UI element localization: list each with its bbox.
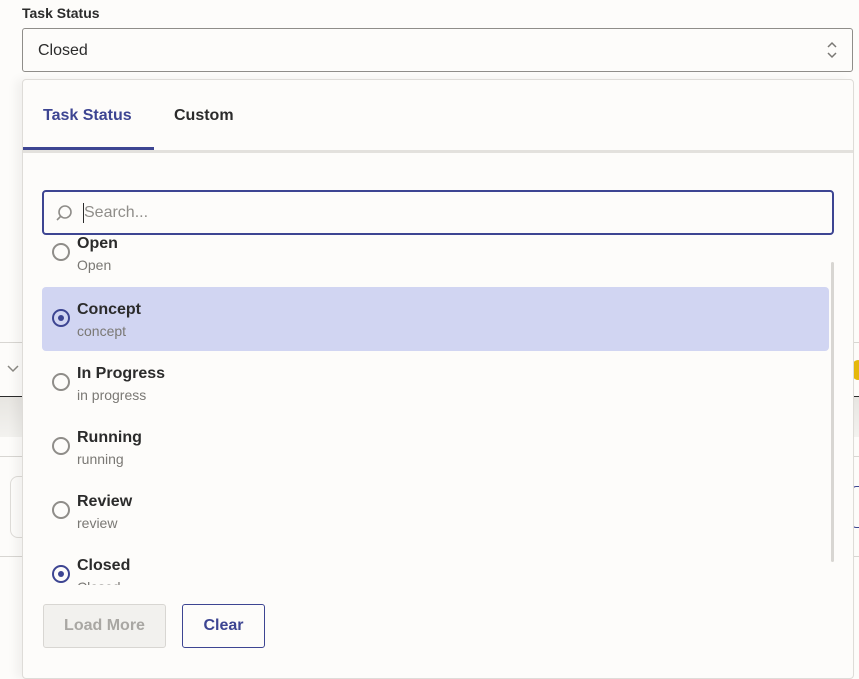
- option-subtitle: review: [77, 515, 118, 531]
- option-subtitle: running: [77, 451, 124, 467]
- clear-button[interactable]: Clear: [182, 604, 265, 648]
- status-picker-popover: Task Status Custom Open Open Concept con…: [22, 79, 854, 679]
- option-title: Open: [77, 235, 118, 252]
- list-item-concept[interactable]: Concept concept: [42, 287, 829, 351]
- radio-icon[interactable]: [52, 501, 70, 519]
- list-item-open[interactable]: Open Open: [42, 235, 829, 285]
- select-value: Closed: [38, 42, 88, 59]
- background-chevron-down-icon: [6, 362, 20, 376]
- list-item-in-progress[interactable]: In Progress in progress: [42, 351, 829, 415]
- search-field[interactable]: [42, 190, 834, 235]
- field-label: Task Status: [22, 5, 100, 21]
- option-title: Review: [77, 493, 133, 510]
- option-title: Concept: [77, 301, 141, 318]
- tab-bar: Task Status Custom: [23, 80, 853, 153]
- list-item-review[interactable]: Review review: [42, 479, 829, 543]
- active-tab-indicator: [23, 147, 154, 150]
- option-title: Closed: [77, 557, 131, 574]
- option-title: In Progress: [77, 365, 166, 382]
- option-subtitle: in progress: [77, 387, 147, 403]
- load-more-button[interactable]: Load More: [43, 604, 166, 648]
- option-title: Running: [77, 429, 142, 446]
- list-item-running[interactable]: Running running: [42, 415, 829, 479]
- tab-task-status[interactable]: Task Status: [43, 107, 132, 125]
- list-scrollbar[interactable]: [831, 262, 834, 562]
- radio-icon[interactable]: [52, 243, 70, 261]
- option-subtitle: Closed: [77, 579, 121, 585]
- tab-custom[interactable]: Custom: [174, 107, 234, 125]
- text-caret: [83, 203, 84, 223]
- option-subtitle: Open: [77, 257, 112, 273]
- radio-icon[interactable]: [52, 437, 70, 455]
- status-options-list[interactable]: Open Open Concept concept In Progress in…: [42, 235, 832, 585]
- radio-checked-icon[interactable]: [52, 565, 70, 583]
- search-icon: [54, 203, 74, 223]
- list-item-closed[interactable]: Closed Closed: [42, 543, 829, 585]
- search-input[interactable]: [82, 200, 826, 226]
- radio-icon[interactable]: [52, 373, 70, 391]
- radio-checked-icon[interactable]: [52, 309, 70, 327]
- option-subtitle: concept: [77, 323, 127, 339]
- chevron-up-down-icon: [825, 40, 839, 60]
- task-status-select[interactable]: Closed: [22, 28, 853, 72]
